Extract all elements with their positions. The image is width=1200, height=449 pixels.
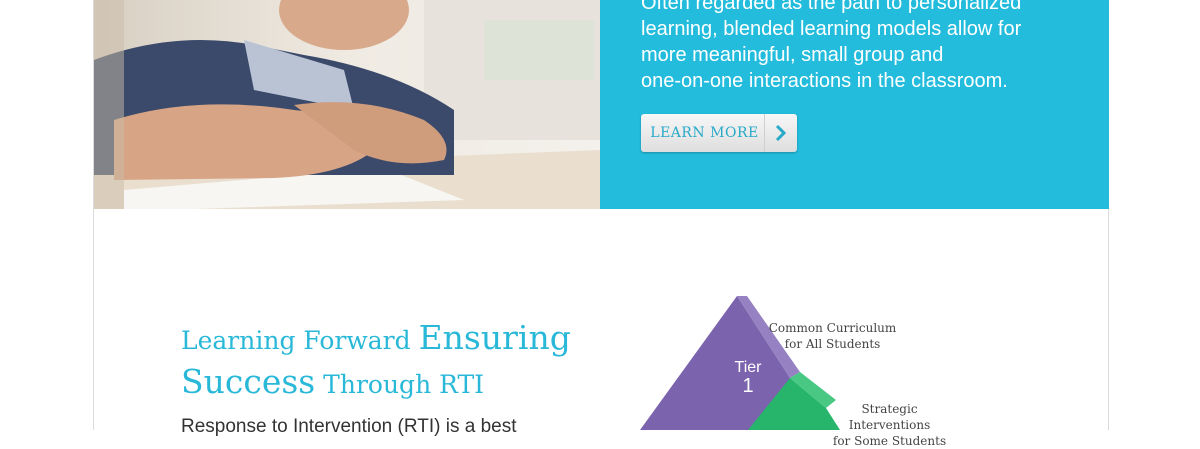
tier1-caption: Common Curriculum for All Students [765, 320, 900, 352]
headline-part: Through RTI [315, 370, 485, 399]
learn-more-button[interactable]: LEARN MORE [641, 114, 797, 152]
tier1-label: Tier [735, 359, 763, 376]
hero-text-line: one-on-one interactions in the classroom… [641, 70, 1008, 92]
hero-text-line: learning, blended learning models allow … [641, 18, 1022, 40]
student-photo-image [94, 0, 600, 209]
headline-part: Learning Forward [181, 326, 419, 355]
tier1-caption-line: Common Curriculum [768, 321, 897, 335]
tier1-number: 1 [742, 375, 753, 397]
hero-photo [94, 0, 600, 209]
learn-more-label: LEARN MORE [650, 125, 759, 141]
chevron-right-icon [764, 114, 797, 152]
hero-text-line: Often regarded as the path to personaliz… [641, 0, 1022, 14]
rti-pyramid: Tier 1 Common Curriculum for All Student… [640, 290, 1000, 448]
tier1-caption-line: for All Students [784, 337, 881, 351]
tier2-caption-line: for Some Students [832, 434, 947, 448]
section-body-text: Response to Intervention (RTI) is a best [181, 416, 517, 437]
hero-text-line: more meaningful, small group and [641, 44, 944, 66]
tier2-caption-line: Strategic Interventions [848, 402, 931, 432]
hero-panel: Often regarded as the path to personaliz… [600, 0, 1109, 209]
headline-part: Ensuring [418, 318, 571, 357]
headline-part: Success [181, 362, 316, 401]
tier2-caption: Strategic Interventions for Some Student… [822, 401, 957, 449]
hero-description: Often regarded as the path to personaliz… [641, 0, 1061, 94]
section-headline: Learning Forward Ensuring Success Throug… [181, 318, 621, 406]
